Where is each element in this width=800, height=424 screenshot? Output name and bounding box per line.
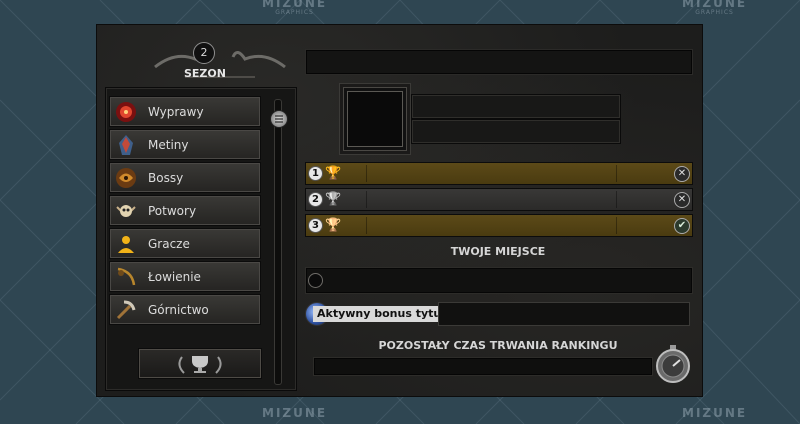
close-icon[interactable]: ✕ bbox=[674, 166, 690, 182]
rank-number: 3 bbox=[308, 218, 323, 233]
menu-item-gornictwo[interactable]: Górnictwo bbox=[109, 294, 261, 325]
close-icon[interactable]: ✕ bbox=[674, 192, 690, 208]
column-divider bbox=[616, 217, 617, 234]
watermark: MIZUNE bbox=[682, 406, 748, 420]
bronze-cup-icon: 🏆 bbox=[325, 218, 342, 233]
avatar bbox=[347, 91, 403, 147]
check-icon[interactable]: ✔ bbox=[674, 218, 690, 234]
menu-item-metiny[interactable]: Metiny bbox=[109, 129, 261, 160]
ranking-window: 2 SEZON Wyprawy Metiny Bossy Potwory Gra… bbox=[97, 25, 702, 396]
watermark-brand: MIZUNE bbox=[682, 406, 748, 420]
watermark: MIZUNE bbox=[262, 406, 328, 420]
menu-item-lowienie[interactable]: Łowienie bbox=[109, 261, 261, 292]
gold-cup-icon: 🏆 bbox=[325, 166, 342, 181]
column-divider bbox=[616, 191, 617, 208]
your-place-row bbox=[305, 267, 693, 294]
column-divider bbox=[366, 191, 367, 208]
bonus-value-field bbox=[438, 302, 690, 326]
column-divider bbox=[366, 165, 367, 182]
your-place-heading: TWOJE MIEJSCE bbox=[450, 245, 546, 258]
scrollbar-track[interactable] bbox=[274, 99, 282, 385]
ranking-row-2[interactable]: 2 🏆 ✕ bbox=[305, 188, 693, 211]
menu-label: Metiny bbox=[148, 137, 189, 152]
season-label: SEZON bbox=[184, 67, 226, 80]
menu-item-bossy[interactable]: Bossy bbox=[109, 162, 261, 193]
player-info-field bbox=[411, 119, 621, 144]
menu-label: Bossy bbox=[148, 170, 184, 185]
remaining-time-heading: POZOSTAŁY CZAS TRWANIA RANKINGU bbox=[378, 339, 618, 352]
remaining-time-bar bbox=[313, 357, 653, 376]
trophy-button[interactable] bbox=[138, 348, 262, 379]
ranking-row-3[interactable]: 3 🏆 ✔ bbox=[305, 214, 693, 237]
watermark-brand: MIZUNE bbox=[262, 406, 328, 420]
player-icon bbox=[110, 230, 142, 257]
menu-item-gracze[interactable]: Gracze bbox=[109, 228, 261, 259]
stopwatch-icon bbox=[656, 345, 690, 383]
menu-label: Gracze bbox=[148, 236, 190, 251]
grip-lines-icon bbox=[275, 115, 283, 123]
watermark: MIZUNE GRAPHICS bbox=[262, 0, 327, 18]
player-info-field bbox=[411, 94, 621, 119]
title-bonus-row: Aktywny bonus tytułu: bbox=[305, 302, 691, 326]
season-number-badge: 2 bbox=[193, 42, 215, 64]
trophy-laurel-icon bbox=[178, 355, 222, 374]
ranking-title-bar bbox=[305, 49, 693, 75]
column-divider bbox=[366, 217, 367, 234]
metin-stone-icon bbox=[110, 131, 142, 158]
silver-cup-icon: 🏆 bbox=[325, 192, 342, 207]
menu-label: Wyprawy bbox=[148, 104, 204, 119]
boss-dragon-icon bbox=[110, 164, 142, 191]
menu-item-potwory[interactable]: Potwory bbox=[109, 195, 261, 226]
menu-label: Potwory bbox=[148, 203, 197, 218]
monster-skull-icon bbox=[110, 197, 142, 224]
scrollbar-handle[interactable] bbox=[270, 110, 288, 128]
rank-number: 2 bbox=[308, 192, 323, 207]
rank-number: 1 bbox=[308, 166, 323, 181]
player-avatar-frame bbox=[339, 83, 411, 155]
expedition-icon bbox=[110, 98, 142, 125]
menu-item-wyprawy[interactable]: Wyprawy bbox=[109, 96, 261, 127]
rank-indicator-icon bbox=[308, 273, 323, 288]
pickaxe-icon bbox=[110, 296, 142, 323]
ranking-row-1[interactable]: 1 🏆 ✕ bbox=[305, 162, 693, 185]
column-divider bbox=[616, 165, 617, 182]
fishing-rod-icon bbox=[110, 263, 142, 290]
watermark: MIZUNE GRAPHICS bbox=[682, 0, 747, 18]
menu-label: Górnictwo bbox=[148, 302, 209, 317]
menu-label: Łowienie bbox=[148, 269, 201, 284]
